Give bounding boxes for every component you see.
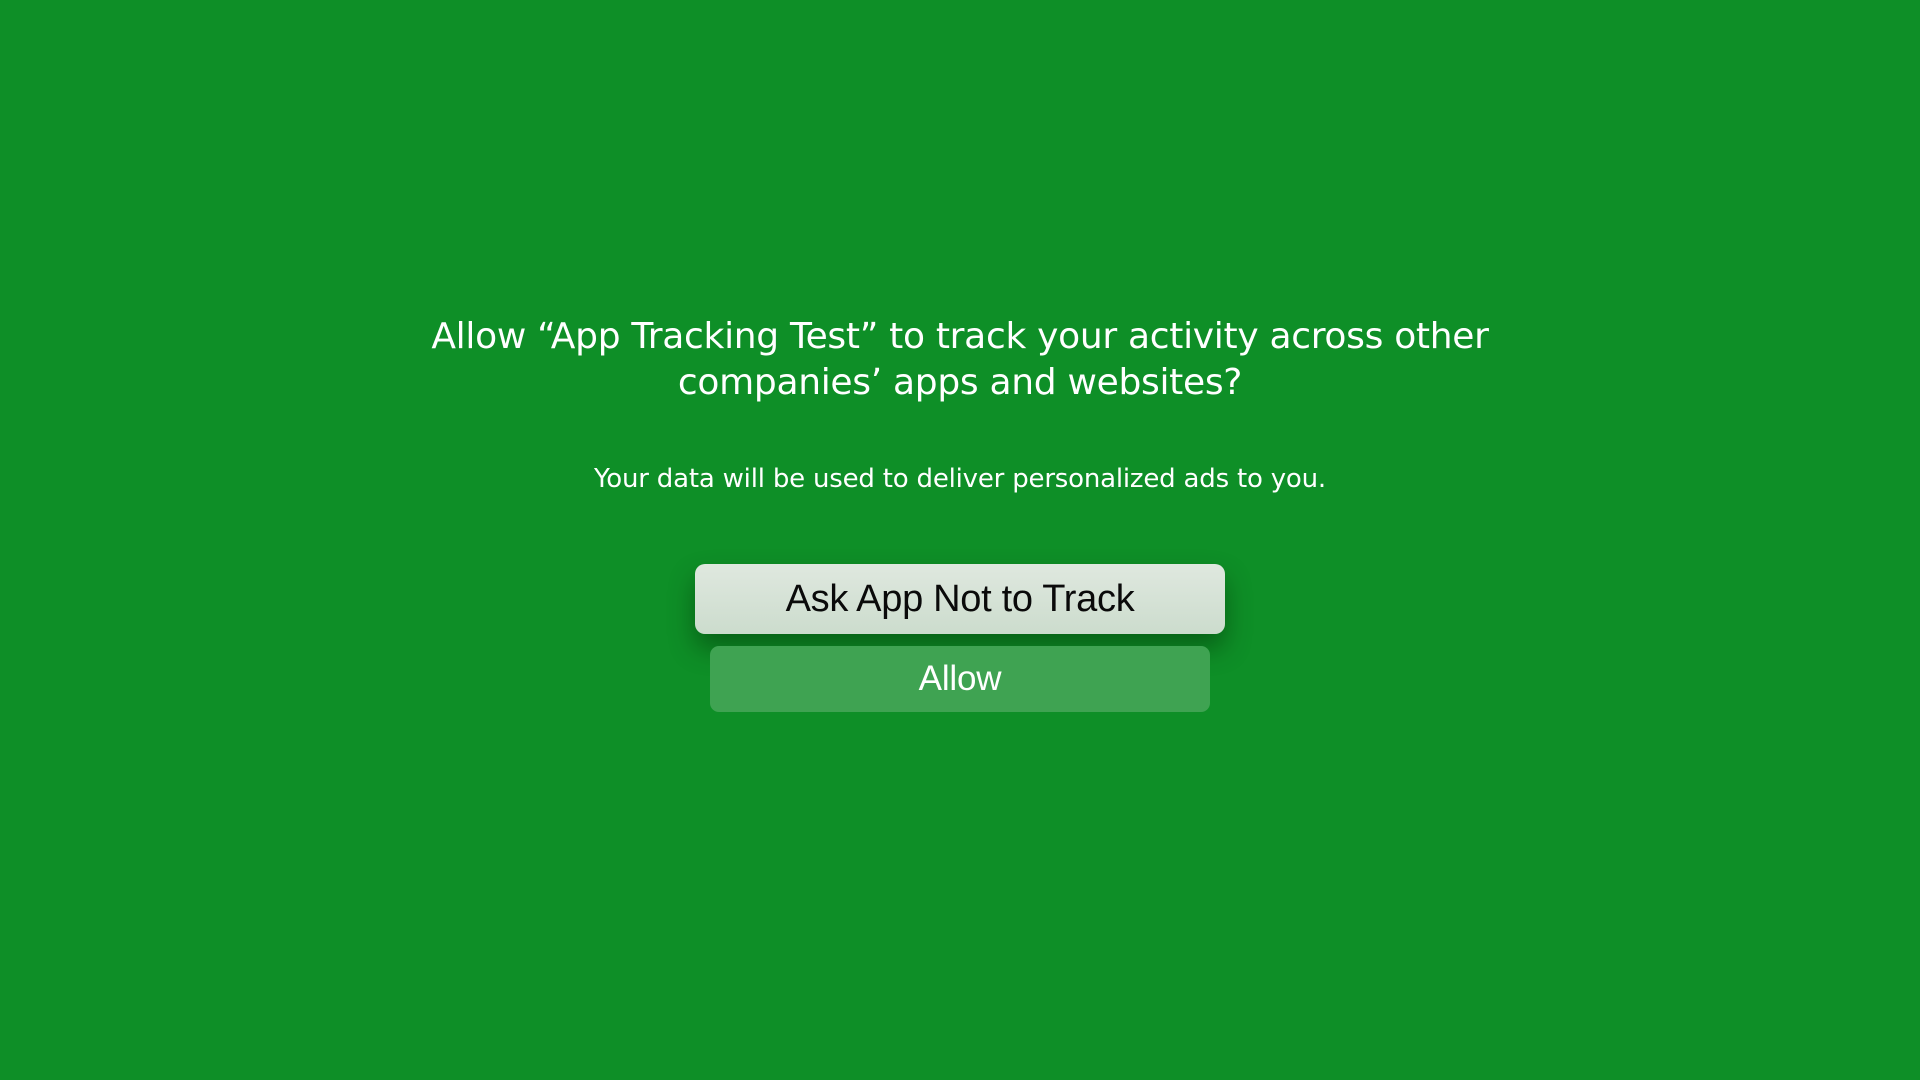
allow-button[interactable]: Allow xyxy=(710,646,1210,712)
alert-message: Your data will be used to deliver person… xyxy=(594,464,1326,494)
ask-app-not-to-track-button[interactable]: Ask App Not to Track xyxy=(695,564,1225,634)
tracking-permission-alert: Allow “App Tracking Test” to track your … xyxy=(0,0,1920,1080)
alert-title: Allow “App Tracking Test” to track your … xyxy=(431,316,1489,403)
